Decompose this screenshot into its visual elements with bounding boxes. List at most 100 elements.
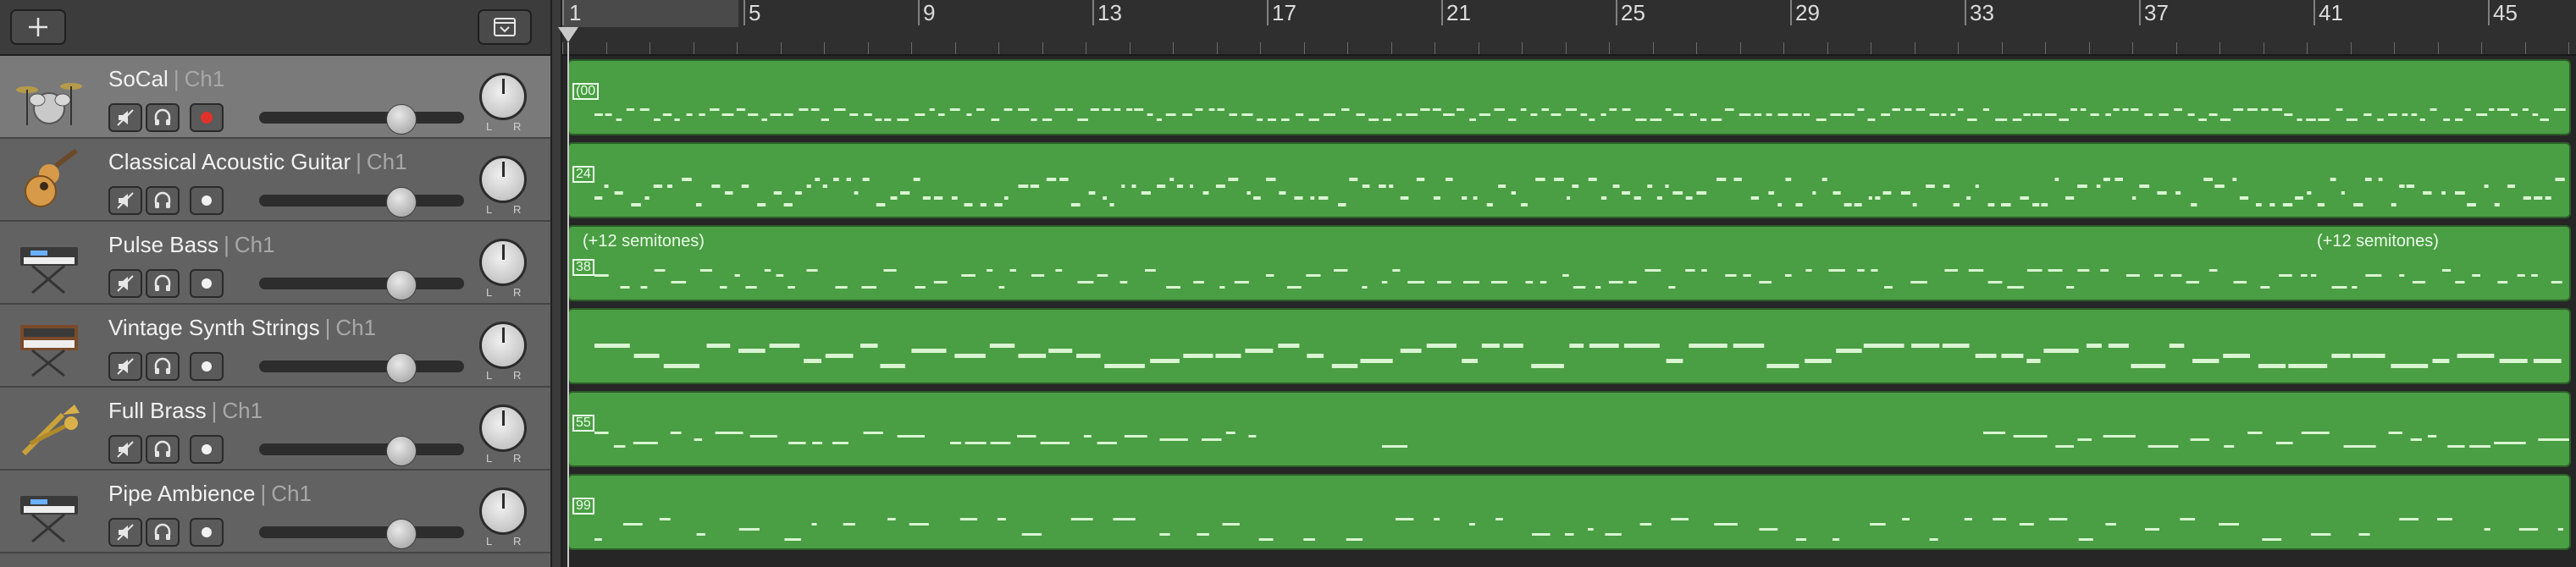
midi-region[interactable]: (00 xyxy=(567,59,2571,135)
midi-note xyxy=(2045,113,2057,116)
midi-note xyxy=(1588,178,1597,181)
midi-note xyxy=(1863,344,1904,348)
midi-note xyxy=(2455,118,2463,121)
pan-pointer xyxy=(502,328,505,343)
midi-note xyxy=(1987,203,1995,206)
midi-note xyxy=(2279,274,2292,277)
midi-note xyxy=(1059,178,1069,181)
volume-fader-track[interactable] xyxy=(259,526,464,538)
volume-fader-track[interactable] xyxy=(259,361,464,372)
record-enable-button[interactable] xyxy=(190,103,224,132)
midi-region[interactable] xyxy=(567,308,2571,384)
mute-button[interactable] xyxy=(108,352,142,381)
global-tracks-button[interactable] xyxy=(478,9,532,45)
ruler-minor-tick xyxy=(605,42,607,54)
volume-fader-track[interactable] xyxy=(259,195,464,206)
chevron-down-box-icon xyxy=(494,18,516,36)
volume-fader-track[interactable] xyxy=(259,443,464,455)
midi-note xyxy=(594,432,609,434)
midi-note xyxy=(1202,191,1209,195)
midi-note xyxy=(1031,274,1045,277)
midi-region[interactable]: (+12 semitones) (+12 semitones) 38 xyxy=(567,225,2571,301)
midi-note xyxy=(2497,281,2508,284)
solo-button[interactable] xyxy=(146,352,180,381)
midi-region[interactable]: 99 xyxy=(567,474,2571,550)
midi-note xyxy=(694,438,703,441)
volume-fader-knob[interactable] xyxy=(386,187,417,217)
midi-note xyxy=(1540,281,1547,284)
midi-note xyxy=(633,442,658,444)
solo-button[interactable] xyxy=(146,269,180,298)
pan-knob[interactable] xyxy=(479,156,527,203)
pan-knob[interactable] xyxy=(479,73,527,120)
track-header-socal[interactable]: SoCal | Ch1 L R xyxy=(0,56,550,139)
midi-note xyxy=(633,354,660,358)
midi-note xyxy=(976,108,985,111)
bar-ruler[interactable]: 1 5 9 13 17 21 25 29 33 37 41 45 xyxy=(562,0,2576,56)
track-header-pipe-ambience[interactable]: Pipe Ambience | Ch1 L R xyxy=(0,471,550,553)
record-enable-button[interactable] xyxy=(190,269,224,298)
mute-button[interactable] xyxy=(108,103,142,132)
volume-fader-knob[interactable] xyxy=(386,436,417,466)
midi-note xyxy=(2159,113,2169,116)
pan-knob[interactable] xyxy=(479,405,527,452)
mute-button[interactable] xyxy=(108,269,142,298)
track-header-full-brass[interactable]: Full Brass | Ch1 L R xyxy=(0,388,550,471)
solo-button[interactable] xyxy=(146,518,180,547)
track-header-vintage-synth-strings[interactable]: Vintage Synth Strings | Ch1 L R xyxy=(0,305,550,388)
record-enable-button[interactable] xyxy=(190,435,224,464)
midi-note xyxy=(1608,281,1623,284)
volume-fader-knob[interactable] xyxy=(386,353,417,383)
mute-button[interactable] xyxy=(108,186,142,215)
volume-fader-track[interactable] xyxy=(259,278,464,289)
midi-note xyxy=(2432,359,2450,363)
solo-button[interactable] xyxy=(146,435,180,464)
pan-knob[interactable] xyxy=(479,239,527,286)
volume-fader-knob[interactable] xyxy=(386,104,417,135)
midi-note xyxy=(875,118,882,121)
playhead-handle[interactable] xyxy=(558,27,578,42)
midi-region[interactable]: 55 xyxy=(567,391,2571,467)
midi-note xyxy=(2103,435,2136,438)
midi-note xyxy=(1600,196,1607,200)
midi-note xyxy=(1067,108,1074,111)
midi-note xyxy=(620,286,630,289)
tracks-area[interactable]: (00 24 (+12 semitones) (+12 semitones) 3… xyxy=(562,56,2576,567)
midi-note xyxy=(1623,344,1660,348)
midi-note xyxy=(1076,354,1101,358)
cycle-region[interactable] xyxy=(562,0,738,27)
track-header-classical-acoustic-guitar[interactable]: Classical Acoustic Guitar | Ch1 L R xyxy=(0,139,550,222)
midi-note xyxy=(2494,203,2500,206)
record-enable-button[interactable] xyxy=(190,518,224,547)
midi-note xyxy=(2191,203,2197,206)
midi-note xyxy=(2423,191,2432,195)
solo-button[interactable] xyxy=(146,103,180,132)
volume-fader-knob[interactable] xyxy=(386,270,417,300)
midi-note xyxy=(1018,354,1047,358)
midi-note xyxy=(1714,523,1738,526)
midi-note xyxy=(594,274,609,277)
midi-note xyxy=(1490,281,1507,284)
mute-button[interactable] xyxy=(108,518,142,547)
record-enable-button[interactable] xyxy=(190,186,224,215)
midi-note xyxy=(769,344,800,348)
volume-fader-knob[interactable] xyxy=(386,519,417,549)
record-enable-button[interactable] xyxy=(190,352,224,381)
midi-note xyxy=(843,523,855,526)
pan-knob[interactable] xyxy=(479,322,527,369)
header-resize-divider[interactable] xyxy=(550,0,562,567)
midi-note xyxy=(2391,203,2396,206)
midi-note xyxy=(2055,445,2074,448)
solo-button[interactable] xyxy=(146,186,180,215)
track-header-pulse-bass[interactable]: Pulse Bass | Ch1 L R xyxy=(0,222,550,305)
add-track-button[interactable] xyxy=(10,9,66,45)
midi-note xyxy=(1395,518,1414,520)
midi-note xyxy=(1334,269,1348,272)
mute-button[interactable] xyxy=(108,435,142,464)
region-label: 24 xyxy=(572,166,594,183)
pan-knob[interactable] xyxy=(479,487,527,535)
pan-right-label: R xyxy=(513,535,522,548)
midi-note xyxy=(1503,344,1523,348)
midi-region[interactable]: 24 xyxy=(567,142,2571,218)
volume-fader-track[interactable] xyxy=(259,112,464,124)
